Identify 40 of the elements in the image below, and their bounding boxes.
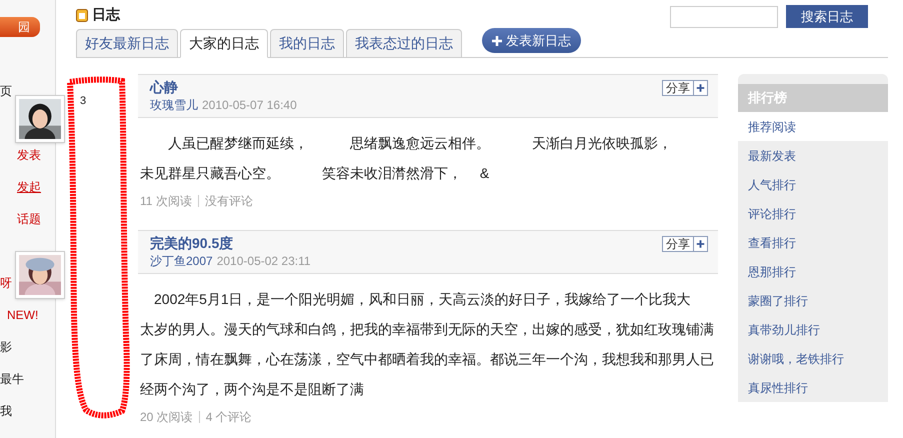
share-button[interactable]: 分享 bbox=[662, 80, 708, 96]
plus-icon bbox=[492, 36, 502, 46]
plus-icon bbox=[693, 237, 707, 251]
nav-link[interactable]: 我 bbox=[0, 402, 12, 420]
post-text-line: 了床周，情在飘舞，心在荡漾，空气中都晒着我的幸福。都说三年一个沟，我想我和那男人已 bbox=[140, 350, 715, 369]
post-title[interactable]: 完美的90.5度 bbox=[150, 234, 311, 252]
search-field[interactable] bbox=[670, 6, 778, 28]
page-title: 日志 bbox=[92, 5, 120, 24]
post-text-line: 人虽已醒梦继而延续， 思绪飘逸愈远云相伴。 天渐白月光依映孤影， bbox=[167, 134, 673, 153]
nav-link[interactable]: 发起 bbox=[17, 178, 41, 196]
nav-link[interactable]: 影 bbox=[0, 338, 12, 356]
post-date: 2010-05-07 16:40 bbox=[202, 97, 297, 114]
nav-tab[interactable]: 园 bbox=[0, 17, 40, 37]
nav-link[interactable]: 最牛 bbox=[0, 370, 24, 388]
ranking-item[interactable]: 推荐阅读 bbox=[738, 112, 888, 141]
post-title[interactable]: 心静 bbox=[150, 78, 297, 96]
author-link[interactable]: 沙丁鱼2007 bbox=[150, 252, 213, 270]
share-button[interactable]: 分享 bbox=[662, 236, 708, 252]
post-text-line: 未见群星只藏吾心空。 笑容未收泪潸然滑下， & bbox=[140, 164, 490, 183]
read-count: 11 次阅读 bbox=[140, 193, 192, 210]
notebook-icon bbox=[76, 8, 88, 22]
post-text-line: 太岁的男人。漫天的气球和白鸽，把我的幸福带到无际的天空，出嫁的感受，犹如红玫瑰铺满 bbox=[140, 320, 715, 339]
tab[interactable]: 大家的日志 bbox=[180, 29, 268, 58]
post-text-line: 2002年5月1日，是一个阳光明媚，风和日丽，天高云淡的好日子，我嫁给了一个比我大 bbox=[153, 290, 692, 309]
nav-link[interactable]: 发表 bbox=[17, 146, 41, 164]
post-text-line: 经两个沟了，两个沟是不是阻断了满 bbox=[140, 380, 365, 399]
plus-icon bbox=[693, 81, 707, 95]
nav-link[interactable]: 呀 bbox=[0, 274, 12, 292]
new-post-button[interactable]: 发表新日志 bbox=[482, 28, 581, 53]
tab[interactable]: 好友最新日志 bbox=[76, 29, 178, 58]
author-link[interactable]: 玫瑰雪儿 bbox=[150, 96, 198, 114]
read-count: 20 次阅读 bbox=[140, 409, 193, 426]
post-date: 2010-05-02 23:11 bbox=[216, 253, 311, 270]
number-label: 3 bbox=[80, 95, 86, 107]
nav-link[interactable]: NEW! bbox=[7, 306, 38, 324]
tab[interactable]: 我的日志 bbox=[270, 29, 344, 58]
nav-link[interactable]: 页 bbox=[0, 82, 12, 100]
nav-link[interactable]: 话题 bbox=[17, 210, 41, 228]
tab[interactable]: 我表态过的日志 bbox=[346, 29, 462, 58]
search-button[interactable]: 搜索日志 bbox=[786, 5, 868, 28]
